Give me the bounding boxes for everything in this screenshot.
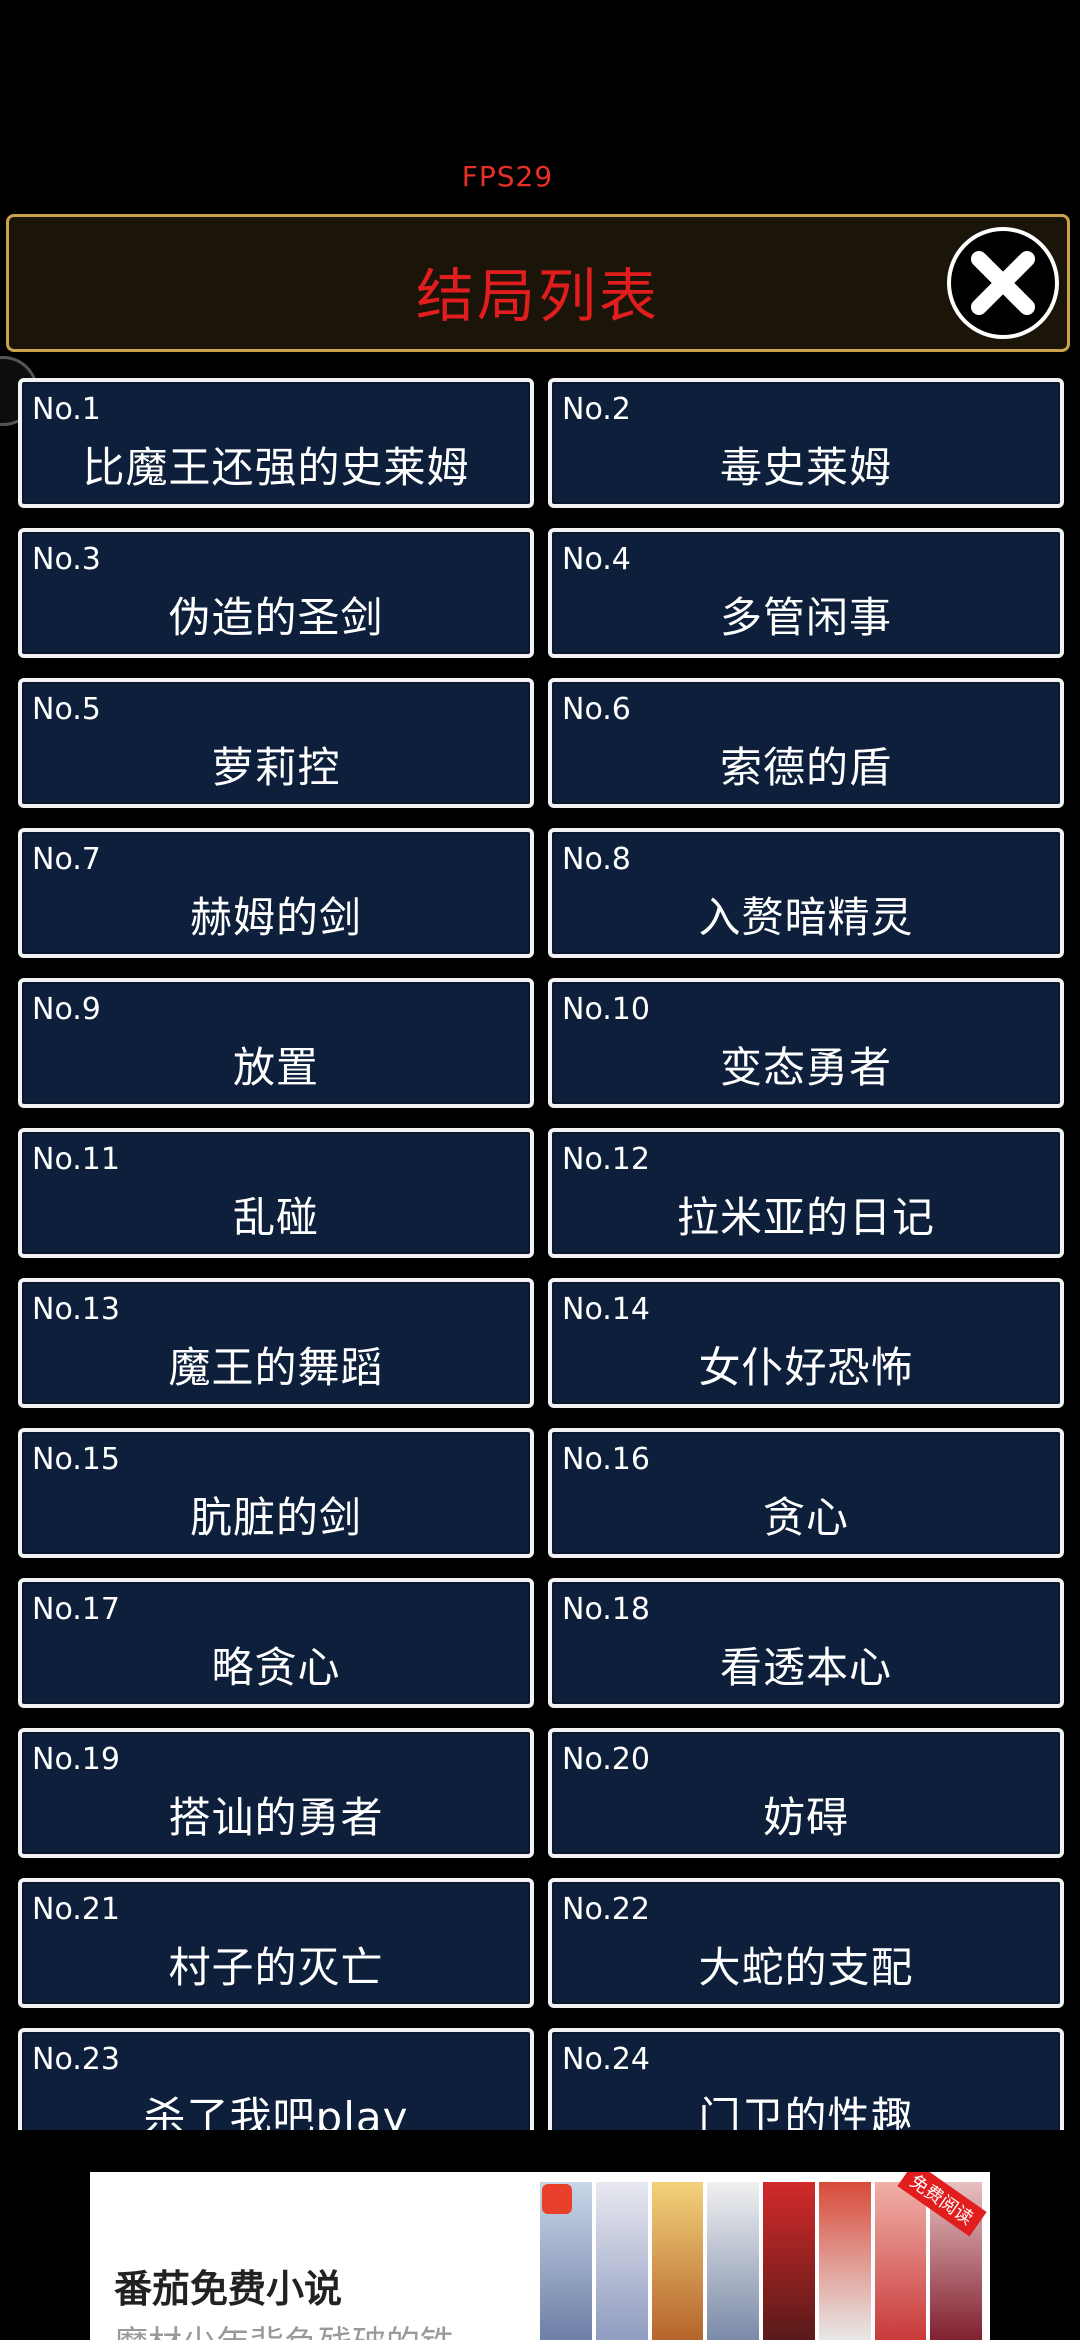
ending-name: 赫姆的剑 (189, 893, 362, 942)
ending-name: 萝莉控 (211, 743, 341, 792)
ending-card[interactable]: No.17 略贪心 (18, 1578, 534, 1708)
ending-card[interactable]: No.9 放置 (18, 978, 534, 1108)
ending-card[interactable]: No.15 肮脏的剑 (18, 1428, 534, 1558)
ending-name: 入赘暗精灵 (698, 893, 914, 942)
ending-card[interactable]: No.1 比魔王还强的史莱姆 (18, 378, 534, 508)
ending-number: No.4 (562, 542, 631, 577)
ad-title: 番茄免费小说 (114, 2267, 343, 2311)
ending-number: No.14 (562, 1292, 650, 1327)
ending-card[interactable]: No.2 毒史莱姆 (548, 378, 1064, 508)
ending-card[interactable]: No.18 看透本心 (548, 1578, 1064, 1708)
ending-name: 比魔王还强的史莱姆 (82, 443, 470, 492)
ending-number: No.7 (32, 842, 101, 877)
ending-number: No.20 (562, 1742, 650, 1777)
ending-name: 魔王的舞蹈 (168, 1343, 384, 1392)
ending-card[interactable]: No.21 村子的灭亡 (18, 1878, 534, 2008)
ending-card[interactable]: No.16 贪心 (548, 1428, 1064, 1558)
fps-counter: FPS29 (461, 160, 554, 193)
ending-card[interactable]: No.20 妨碍 (548, 1728, 1064, 1858)
ending-card[interactable]: No.11 乱碰 (18, 1128, 534, 1258)
ending-number: No.22 (562, 1892, 650, 1927)
ending-number: No.5 (32, 692, 101, 727)
ending-name: 杀了我吧play (143, 2093, 409, 2130)
ending-number: No.24 (562, 2042, 650, 2077)
ending-name: 贪心 (762, 1493, 849, 1542)
close-button[interactable] (947, 227, 1059, 339)
ending-number: No.17 (32, 1592, 120, 1627)
ending-card[interactable]: No.22 大蛇的支配 (548, 1878, 1064, 2008)
ending-number: No.16 (562, 1442, 650, 1477)
ad-subtitle: 魔材少年背负残破的铁 (114, 2316, 454, 2340)
ending-number: No.8 (562, 842, 631, 877)
ending-name: 索德的盾 (719, 743, 892, 792)
ad-image (540, 2182, 982, 2340)
ending-card[interactable]: No.8 入赘暗精灵 (548, 828, 1064, 958)
close-icon (971, 251, 1035, 315)
ending-card[interactable]: No.6 索德的盾 (548, 678, 1064, 808)
ending-name: 毒史莱姆 (719, 443, 892, 492)
ending-card[interactable]: No.3 伪造的圣剑 (18, 528, 534, 658)
ending-name: 变态勇者 (719, 1043, 892, 1092)
ending-number: No.13 (32, 1292, 120, 1327)
ending-card[interactable]: No.23 杀了我吧play (18, 2028, 534, 2130)
ending-name: 看透本心 (719, 1643, 892, 1692)
ending-name: 村子的灭亡 (168, 1943, 384, 1992)
ending-number: No.6 (562, 692, 631, 727)
ending-card[interactable]: No.24 门卫的性趣 (548, 2028, 1064, 2130)
ending-name: 拉米亚的日记 (676, 1193, 935, 1242)
ending-name: 放置 (232, 1043, 319, 1092)
ending-number: No.9 (32, 992, 101, 1027)
ending-number: No.15 (32, 1442, 120, 1477)
ending-card[interactable]: No.12 拉米亚的日记 (548, 1128, 1064, 1258)
ending-number: No.12 (562, 1142, 650, 1177)
ad-banner[interactable]: 番茄免费小说 魔材少年背负残破的铁 免费阅读 (90, 2172, 990, 2340)
endings-list[interactable]: No.1 比魔王还强的史莱姆 No.2 毒史莱姆 No.3 伪造的圣剑 No.4 多管闲事 No… (0, 376, 1080, 2130)
ending-card[interactable]: No.5 萝莉控 (18, 678, 534, 808)
ending-number: No.11 (32, 1142, 120, 1177)
ending-number: No.1 (32, 392, 101, 427)
ending-name: 肮脏的剑 (189, 1493, 362, 1542)
ending-name: 搭讪的勇者 (168, 1793, 384, 1842)
ending-card[interactable]: No.4 多管闲事 (548, 528, 1064, 658)
ending-name: 妨碍 (762, 1793, 849, 1842)
ending-card[interactable]: No.7 赫姆的剑 (18, 828, 534, 958)
ending-number: No.21 (32, 1892, 120, 1927)
page-title: 结局列表 (415, 262, 660, 330)
ending-card[interactable]: No.19 搭讪的勇者 (18, 1728, 534, 1858)
ending-card[interactable]: No.13 魔王的舞蹈 (18, 1278, 534, 1408)
ending-number: No.3 (32, 542, 101, 577)
ending-number: No.23 (32, 2042, 120, 2077)
ending-number: No.19 (32, 1742, 120, 1777)
ending-number: No.10 (562, 992, 650, 1027)
endings-header: 结局列表 (6, 214, 1070, 352)
ending-card[interactable]: No.14 女仆好恐怖 (548, 1278, 1064, 1408)
ending-name: 大蛇的支配 (698, 1943, 914, 1992)
app-logo-icon (542, 2184, 572, 2214)
ending-name: 伪造的圣剑 (168, 593, 384, 642)
ending-name: 乱碰 (232, 1193, 319, 1242)
ending-name: 门卫的性趣 (698, 2093, 914, 2130)
ending-name: 略贪心 (211, 1643, 341, 1692)
ending-name: 女仆好恐怖 (698, 1343, 914, 1392)
ending-name: 多管闲事 (719, 593, 892, 642)
ending-number: No.18 (562, 1592, 650, 1627)
ending-card[interactable]: No.10 变态勇者 (548, 978, 1064, 1108)
ending-number: No.2 (562, 392, 631, 427)
